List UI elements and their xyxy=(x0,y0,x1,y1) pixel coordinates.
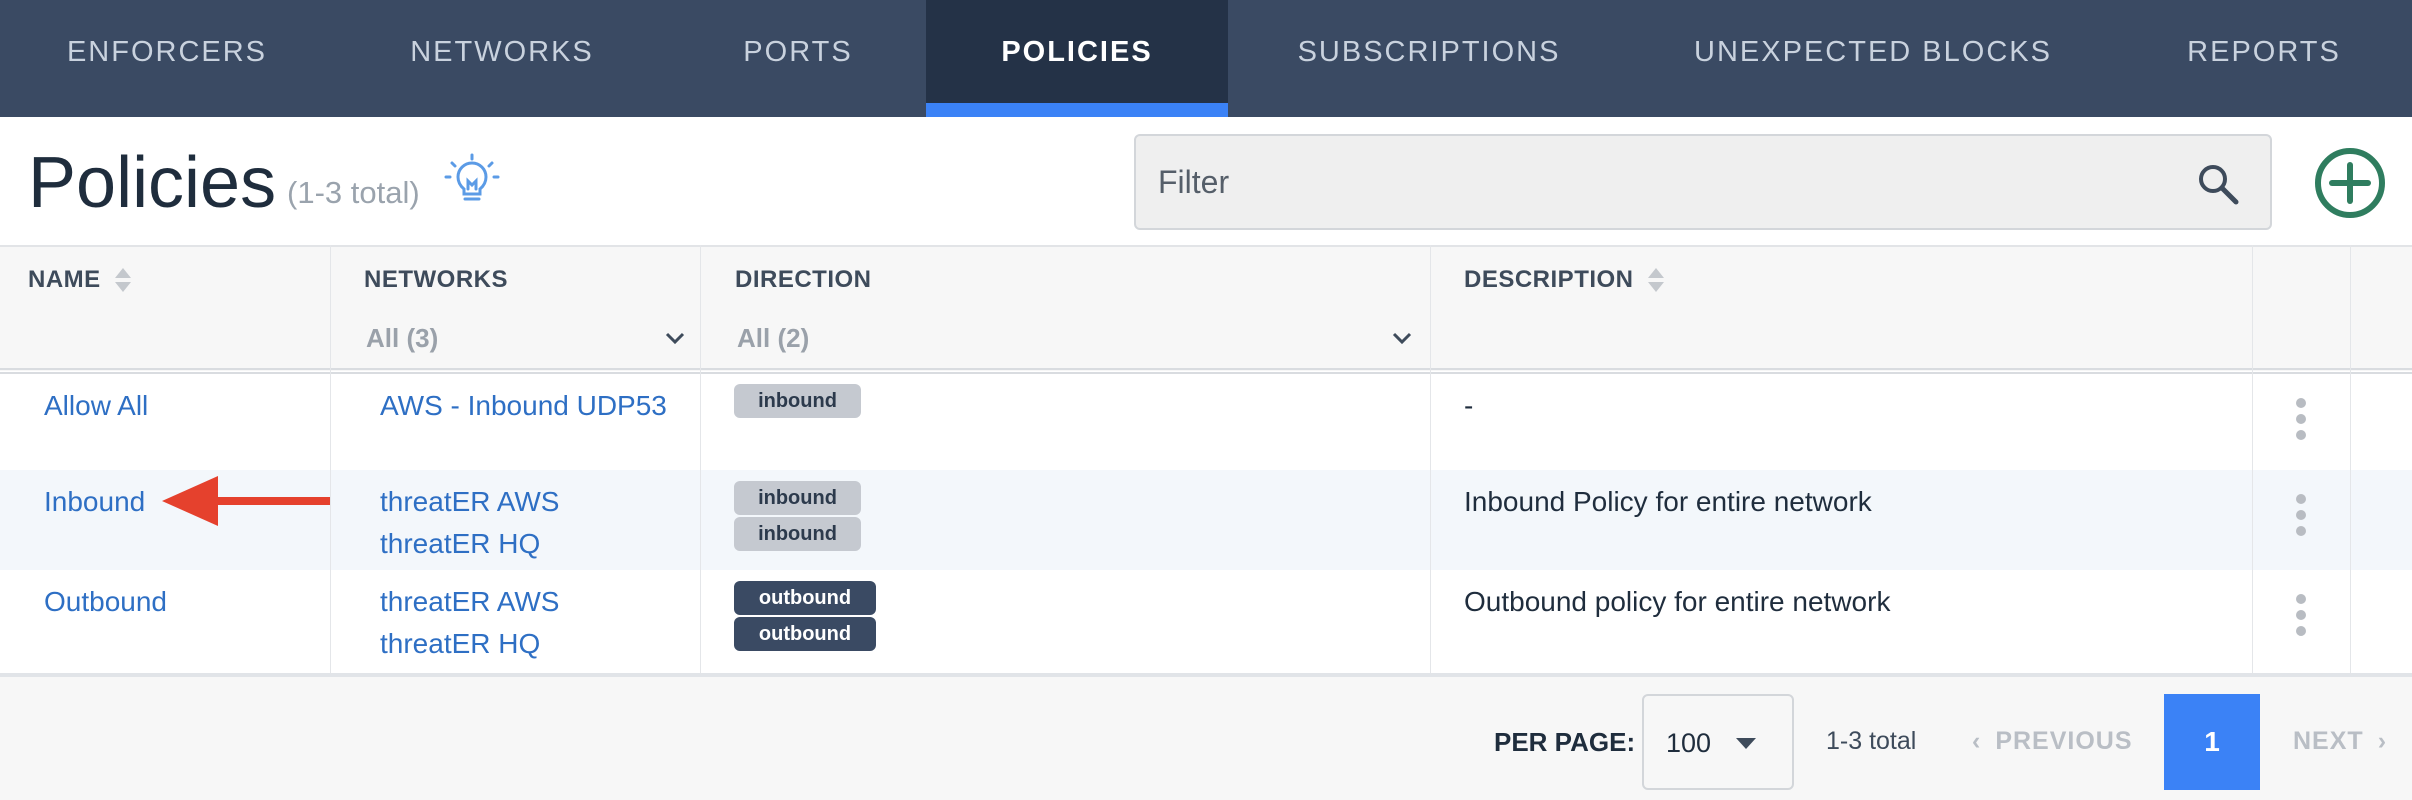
direction-badge: inbound xyxy=(734,481,861,515)
policy-description: Inbound Policy for entire network xyxy=(1464,486,1872,517)
page-1-button[interactable]: 1 xyxy=(2164,694,2260,790)
policy-description: - xyxy=(1464,390,1474,421)
table-row: Outbound threatER AWS threatER HQ outbou… xyxy=(0,570,2412,670)
network-link[interactable]: AWS - Inbound UDP53 xyxy=(380,390,667,422)
previous-label: PREVIOUS xyxy=(1995,727,2133,755)
row-actions-kebab-icon[interactable] xyxy=(2295,594,2307,638)
row-actions-kebab-icon[interactable] xyxy=(2295,398,2307,442)
caret-down-icon xyxy=(1736,738,1756,749)
sort-icon[interactable] xyxy=(1647,266,1664,294)
column-header-direction-label: DIRECTION xyxy=(735,266,872,293)
add-policy-button[interactable] xyxy=(2314,147,2386,219)
tab-enforcers[interactable]: ENFORCERS xyxy=(0,0,334,117)
per-page-label: PER PAGE: xyxy=(1494,727,1636,757)
network-link[interactable]: threatER HQ xyxy=(380,528,540,560)
total-count: (1-3 total) xyxy=(287,175,420,210)
table-row: Inbound threatER AWS threatER HQ inbound… xyxy=(0,470,2412,570)
direction-badge: outbound xyxy=(734,581,876,615)
column-header-name[interactable]: NAME xyxy=(28,266,131,294)
network-link[interactable]: threatER AWS xyxy=(380,586,559,618)
filter-field xyxy=(1134,134,2272,230)
tab-networks[interactable]: NETWORKS xyxy=(334,0,670,117)
chevron-down-icon xyxy=(665,332,685,345)
tab-policies[interactable]: POLICIES xyxy=(926,0,1228,117)
chevron-left-icon: ‹ xyxy=(1972,727,1982,755)
row-actions-kebab-icon[interactable] xyxy=(2295,494,2307,538)
pagination-count: 1-3 total xyxy=(1826,727,1917,755)
tab-ports[interactable]: PORTS xyxy=(670,0,926,117)
policy-name-link[interactable]: Inbound xyxy=(44,486,145,518)
direction-filter-value: All (2) xyxy=(737,322,810,353)
network-link[interactable]: threatER HQ xyxy=(380,628,540,660)
column-header-networks: NETWORKS xyxy=(364,266,508,294)
table-row: Allow All AWS - Inbound UDP53 inbound - xyxy=(0,374,2412,470)
top-navigation: ENFORCERS NETWORKS PORTS POLICIES SUBSCR… xyxy=(0,0,2412,117)
column-divider xyxy=(2350,245,2351,673)
direction-badge: inbound xyxy=(734,384,861,418)
column-header-name-label: NAME xyxy=(28,266,101,293)
networks-filter-value: All (3) xyxy=(366,322,439,353)
tab-reports[interactable]: REPORTS xyxy=(2116,0,2412,117)
column-divider xyxy=(700,245,701,673)
next-page-button[interactable]: NEXT › xyxy=(2293,727,2387,756)
chevron-right-icon: › xyxy=(2377,727,2388,755)
policy-name-link[interactable]: Outbound xyxy=(44,586,167,618)
tab-subscriptions[interactable]: SUBSCRIPTIONS xyxy=(1228,0,1630,117)
per-page-value: 100 xyxy=(1666,728,1712,758)
chevron-down-icon xyxy=(1392,332,1412,345)
search-icon[interactable] xyxy=(2196,162,2240,206)
direction-badge: outbound xyxy=(734,617,876,651)
next-label: NEXT xyxy=(2293,727,2364,755)
sort-icon[interactable] xyxy=(114,266,131,294)
direction-filter-dropdown[interactable]: All (2) xyxy=(737,312,1413,364)
column-header-networks-label: NETWORKS xyxy=(364,266,508,293)
policy-name-link[interactable]: Allow All xyxy=(44,390,148,422)
page-title: Policies xyxy=(28,143,277,223)
column-divider xyxy=(330,245,331,673)
lightbulb-icon[interactable] xyxy=(444,153,500,209)
previous-page-button[interactable]: ‹ PREVIOUS xyxy=(1972,727,2133,756)
network-link[interactable]: threatER AWS xyxy=(380,486,559,518)
column-header-description-label: DESCRIPTION xyxy=(1464,266,1634,293)
networks-filter-dropdown[interactable]: All (3) xyxy=(366,312,686,364)
column-header-description[interactable]: DESCRIPTION xyxy=(1464,266,1664,294)
direction-badge: inbound xyxy=(734,517,861,551)
per-page-select[interactable]: 100 xyxy=(1642,694,1794,790)
column-divider xyxy=(1430,245,1431,673)
column-header-direction: DIRECTION xyxy=(735,266,872,294)
column-divider xyxy=(2252,245,2253,673)
filter-input[interactable] xyxy=(1158,154,2158,210)
tab-unexpected-blocks[interactable]: UNEXPECTED BLOCKS xyxy=(1630,0,2116,117)
policy-description: Outbound policy for entire network xyxy=(1464,586,1891,617)
arrow-left-icon xyxy=(162,476,330,526)
